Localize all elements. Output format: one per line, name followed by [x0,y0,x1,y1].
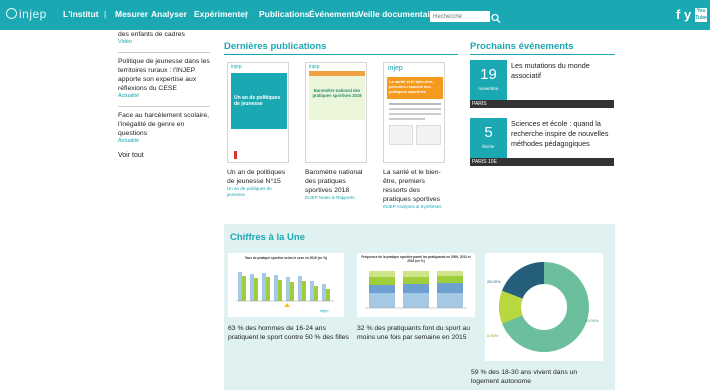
cover-text-line [389,108,441,110]
events-divider [470,54,615,55]
cover-heading: Baromètre national des pratiques sportiv… [312,88,362,98]
news-title[interactable]: Politique de jeunesse dans les territoir… [118,58,210,92]
nav-item-mesurer[interactable]: Mesurer [115,9,148,19]
event-title[interactable]: Sciences et école : quand la recherche i… [511,119,614,149]
chiffres-section: Chiffres à la Une Taux de pratique sport… [224,224,615,390]
cover-text-line [389,113,441,115]
event-card[interactable]: 19 novembre Les mutations du monde assoc… [470,60,614,108]
twitter-icon[interactable]: y [684,7,691,22]
cover-text-line [389,103,441,105]
publication-collection[interactable]: INJEP Notes & Rapports [305,195,367,201]
publication-cover[interactable]: injep Un an de politiques de jeunesse [227,62,289,163]
event-card[interactable]: 5 février Sciences et école : quand la r… [470,118,614,166]
news-tag[interactable]: Vidéo [118,39,210,46]
facebook-icon[interactable]: f [676,7,680,22]
cover-box [389,125,413,145]
top-nav-bar: injep L'institut | Mesurer Analyser Expé… [0,0,710,30]
event-month: novembre [478,86,499,91]
news-list: des enfants de cadres Vidéo Politique de… [118,30,210,160]
list-item[interactable]: des enfants de cadres Vidéo [118,30,210,50]
event-month: février [482,144,495,149]
news-tag[interactable]: Actualité [118,138,210,145]
news-tag[interactable]: Actualité [118,93,210,100]
cover-heading: La santé et le bien-être, premiers resso… [389,79,434,94]
search-input[interactable] [430,11,490,22]
nav-item-evenements[interactable]: Événements [309,9,359,19]
event-date: 19 novembre [470,60,507,100]
cover-lower [309,120,365,160]
nav-separator: | [245,9,248,19]
figure-thumbnail-donut-chart[interactable]: 28.00% 8.00% 59.00% [485,253,603,361]
chiffres-heading: Chiffres à la Une [230,232,305,243]
nav-separator: | [104,9,107,19]
divider [118,52,210,53]
publication-title[interactable]: Un an de politiques de jeunesse N°15 [227,168,289,186]
figure-caption[interactable]: 63 % des hommes de 16-24 ans pratiquent … [228,324,350,342]
cover-text-line [389,118,425,120]
figure-caption[interactable]: 59 % des 18-30 ans vivent dans un logeme… [471,368,593,386]
event-day: 19 [480,66,497,83]
cover-flag [234,151,237,159]
news-title[interactable]: Face au harcèlement scolaire, l'inégalit… [118,112,209,137]
nav-item-experimenter[interactable]: Expérimenter [194,9,248,19]
nav-item-veille[interactable]: Veille documentaire [358,9,438,19]
cover-logo: injep [231,64,242,70]
event-title[interactable]: Les mutations du monde associatif [511,61,614,81]
publication-cover[interactable]: injep Baromètre national des pratiques s… [305,62,367,163]
donut-label: 59.00% [585,318,599,323]
events-heading: Prochains événements [470,41,574,52]
search-button[interactable] [490,11,502,23]
publication-card[interactable]: injep La santé et le bien-être, premiers… [383,62,445,210]
publication-title[interactable]: Baromètre national des pratiques sportiv… [305,168,367,195]
figure-caption[interactable]: 32 % des pratiquants font du sport au mo… [357,324,477,342]
publication-card[interactable]: injep Baromètre national des pratiques s… [305,62,367,201]
youtube-icon[interactable]: You Tube [695,8,707,22]
publication-card[interactable]: injep Un an de politiques de jeunesse Un… [227,62,289,198]
event-day: 5 [484,124,493,141]
injep-logo[interactable]: injep [6,7,47,21]
cover-logo: injep [388,65,403,72]
publication-collection[interactable]: Un an de politiques de jeunesse [227,186,289,198]
event-place: PARIS [470,100,614,108]
news-title[interactable]: des enfants de cadres [118,31,185,38]
donut-chart-thumbnail [499,262,589,352]
divider [118,106,210,107]
nav-item-institut[interactable]: L'institut [63,9,99,19]
cover-logo: injep [309,64,320,70]
publications-heading: Dernières publications [224,41,327,52]
publication-title[interactable]: La santé et le bien-être, premiers resso… [383,168,445,204]
nav-item-analyser[interactable]: Analyser [151,9,187,19]
voir-tout-link[interactable]: Voir tout [118,151,210,160]
figure-logo: injep [320,308,329,313]
event-place: PARIS 10E [470,158,614,166]
nav-item-publications[interactable]: Publications [259,9,310,19]
cover-band [309,76,365,120]
event-date: 5 février [470,118,507,158]
figure-thumbnail-stacked-chart[interactable]: Fréquence de la pratique sportive parmi … [357,253,475,317]
list-item[interactable]: Face au harcèlement scolaire, l'inégalit… [118,111,210,149]
cover-box [416,125,441,145]
cover-heading: Un an de politiques de jeunesse [234,95,281,107]
publication-cover[interactable]: injep La santé et le bien-être, premiers… [383,62,445,163]
figure-thumbnail-bar-chart[interactable]: Taux de pratique sportive selon le sexe … [228,253,344,317]
publications-divider [224,54,458,55]
donut-label: 8.00% [487,333,499,338]
figure-chart-title: Fréquence de la pratique sportive parmi … [361,255,471,263]
search-icon [491,13,501,23]
publication-collection[interactable]: INJEP Analyses & Synthèses [383,204,445,210]
donut-label: 28.00% [487,279,501,284]
list-item[interactable]: Politique de jeunesse dans les territoir… [118,57,210,104]
logo-circle-icon [6,8,17,19]
figure-chart-title: Taux de pratique sportive selon le sexe … [244,256,328,260]
